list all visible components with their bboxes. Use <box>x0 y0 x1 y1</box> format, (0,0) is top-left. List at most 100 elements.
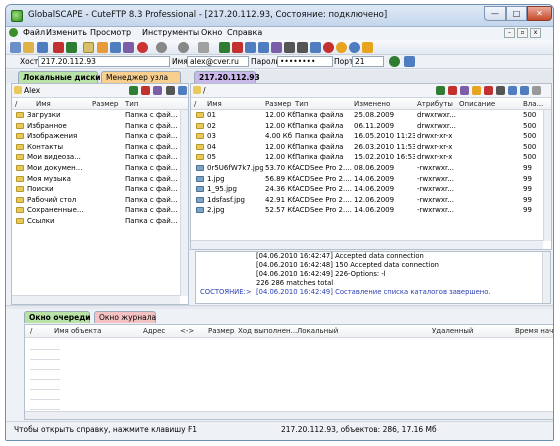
list-item[interactable]: Моя музыка Папка с фай... <box>12 174 188 185</box>
folder-up-icon[interactable] <box>245 42 256 53</box>
tab-queue-window[interactable]: Окно очереди <box>24 311 91 323</box>
list-item[interactable]: Мои докумен... Папка с фай... <box>12 163 188 174</box>
column-attributes[interactable]: Атрибуты <box>417 100 453 108</box>
column-type[interactable]: Тип <box>295 100 308 108</box>
table-row[interactable]: 04 12.00 КбПапка файла 26.03.2010 11:53:..… <box>191 142 551 153</box>
menu-file[interactable]: Файл <box>23 28 45 37</box>
help-icon[interactable] <box>349 42 360 53</box>
column-owner[interactable]: Вла... <box>523 100 543 108</box>
menu-tools[interactable]: Инструменты <box>142 28 199 37</box>
mdi-minimize-button[interactable]: – <box>504 28 515 38</box>
mdi-restore-button[interactable]: ▫ <box>517 28 528 38</box>
delete-icon[interactable] <box>232 42 243 53</box>
remote-filter-icon[interactable] <box>472 86 481 95</box>
local-up-icon[interactable] <box>129 86 138 95</box>
minimize-button[interactable]: — <box>484 6 506 21</box>
list-item[interactable]: Поиски Папка с фай... <box>12 184 188 195</box>
table-row[interactable]: 02 12.00 Кб Папка файла 06.11.2009 drwxrwxr.… <box>191 121 551 132</box>
view-icon[interactable] <box>110 42 121 53</box>
table-row[interactable]: 0r5U6fW7k7.jpg 53.70 Кб ACDSee Pro 2.... 08… <box>191 163 551 174</box>
menu-help[interactable]: Справка <box>227 28 262 37</box>
filter-icon[interactable] <box>198 42 209 53</box>
connect-icon[interactable] <box>10 42 21 53</box>
local-new-folder-icon[interactable] <box>141 86 150 95</box>
log-icon[interactable] <box>284 42 295 53</box>
remote-vertical-scrollbar[interactable] <box>543 110 551 241</box>
local-close-icon[interactable] <box>166 86 175 95</box>
select-icon[interactable] <box>83 42 94 53</box>
schedule-icon[interactable] <box>336 42 347 53</box>
local-path[interactable]: Alex <box>24 86 40 95</box>
table-row[interactable]: 2.jpg 52.57 Кб ACDSee Pro 2.... 14.06.2009 -… <box>191 205 551 216</box>
column-description[interactable]: Описание <box>459 100 495 108</box>
queue-column-item-name[interactable]: Имя объекта <box>54 327 101 335</box>
wizard-icon[interactable] <box>23 42 34 53</box>
new-icon[interactable] <box>37 42 48 53</box>
queue-column-sort[interactable]: / <box>30 327 32 335</box>
local-vertical-scrollbar[interactable] <box>180 110 188 296</box>
username-input[interactable]: alex@cver.ru <box>187 56 249 67</box>
table-row[interactable]: 01 12.00 Кб Папка файла 25.08.2009 drwxrwxr.… <box>191 110 551 121</box>
list-item[interactable]: Загрузки Папка с фай... <box>12 110 188 121</box>
refresh-icon[interactable] <box>156 42 167 53</box>
password-input[interactable]: •••••••• <box>277 56 333 67</box>
port-input[interactable]: 21 <box>352 56 384 67</box>
table-row[interactable]: 05 12.00 КбПапка файла 15.02.2010 16:53:..… <box>191 152 551 163</box>
remote-properties-icon[interactable] <box>508 86 517 95</box>
list-item[interactable]: Контакты Папка с фай... <box>12 142 188 153</box>
site-settings-icon[interactable] <box>404 56 415 67</box>
queue-icon[interactable] <box>219 42 230 53</box>
list-item[interactable]: Ссылки Папка с фай... <box>12 216 188 227</box>
remote-new-folder-icon[interactable] <box>448 86 457 95</box>
title-bar[interactable]: GlobalSCAPE - CuteFTP 8.3 Professional -… <box>6 5 553 27</box>
local-view-icon[interactable] <box>178 86 187 95</box>
app-menu-icon[interactable] <box>9 28 18 37</box>
mdi-close-button[interactable]: x <box>530 28 541 38</box>
properties-icon[interactable] <box>258 42 269 53</box>
maximize-button[interactable]: □ <box>506 6 527 21</box>
table-row[interactable]: 1_95.jpg 24.36 Кб ACDSee Pro 2.... 14.06.20… <box>191 184 551 195</box>
table-row[interactable]: 1.jpg 56.89 Кб ACDSee Pro 2.... 14.06.2009 -… <box>191 174 551 185</box>
queue-column-size[interactable]: Размер <box>208 327 234 335</box>
queue-column-direction[interactable]: <-> <box>180 327 194 335</box>
remote-close-icon[interactable] <box>496 86 505 95</box>
disconnect-icon[interactable] <box>323 42 334 53</box>
transfer-icon[interactable] <box>123 42 134 53</box>
remote-delete-icon[interactable] <box>484 86 493 95</box>
column-name[interactable]: Имя <box>36 100 51 108</box>
table-row[interactable]: 1dsfasf.jpg 42.91 Кб ACDSee Pro 2.... 12.06… <box>191 195 551 206</box>
copy-icon[interactable] <box>310 42 321 53</box>
tab-local-drives[interactable]: Локальные диски <box>18 71 101 83</box>
remote-horizontal-scrollbar[interactable] <box>191 240 543 249</box>
list-item[interactable]: Мои видеоза... Папка с фай... <box>12 152 188 163</box>
log-scrollbar[interactable] <box>542 252 550 303</box>
tab-site-manager[interactable]: Менеджер узла <box>101 71 181 83</box>
menu-edit[interactable]: Изменить <box>46 28 87 37</box>
queue-column-address[interactable]: Адрес <box>143 327 165 335</box>
list-item[interactable]: Изображения Папка с фай... <box>12 131 188 142</box>
column-size[interactable]: Размер <box>92 100 118 108</box>
local-refresh-icon[interactable] <box>153 86 162 95</box>
remote-more-icon[interactable] <box>532 86 541 95</box>
list-item[interactable]: Рабочий стол Папка с фай... <box>12 195 188 206</box>
column-name[interactable]: Имя <box>207 100 222 108</box>
column-modified[interactable]: Изменено <box>354 100 390 108</box>
quick-connect-icon[interactable] <box>389 56 400 67</box>
chmod-icon[interactable] <box>271 42 282 53</box>
queue-column-progress[interactable]: Ход выполнен... <box>238 327 297 335</box>
remote-path[interactable]: / <box>203 86 206 95</box>
remote-refresh-icon[interactable] <box>460 86 469 95</box>
remote-view-icon[interactable] <box>520 86 529 95</box>
tab-log-window[interactable]: Окно журнала <box>94 311 156 323</box>
list-item[interactable]: Сохраненные... Папка с фай... <box>12 205 188 216</box>
edit-icon[interactable] <box>97 42 108 53</box>
queue-column-start-time[interactable]: Время начала <box>515 327 553 335</box>
remote-up-icon[interactable] <box>436 86 445 95</box>
stop-icon[interactable] <box>137 42 148 53</box>
column-type[interactable]: Тип <box>125 100 138 108</box>
close-button[interactable]: ✕ <box>527 6 552 21</box>
local-horizontal-scrollbar[interactable] <box>12 295 180 304</box>
menu-window[interactable]: Окно <box>201 28 222 37</box>
host-input[interactable]: 217.20.112.93 <box>38 56 170 67</box>
column-sort[interactable]: / <box>194 100 196 108</box>
